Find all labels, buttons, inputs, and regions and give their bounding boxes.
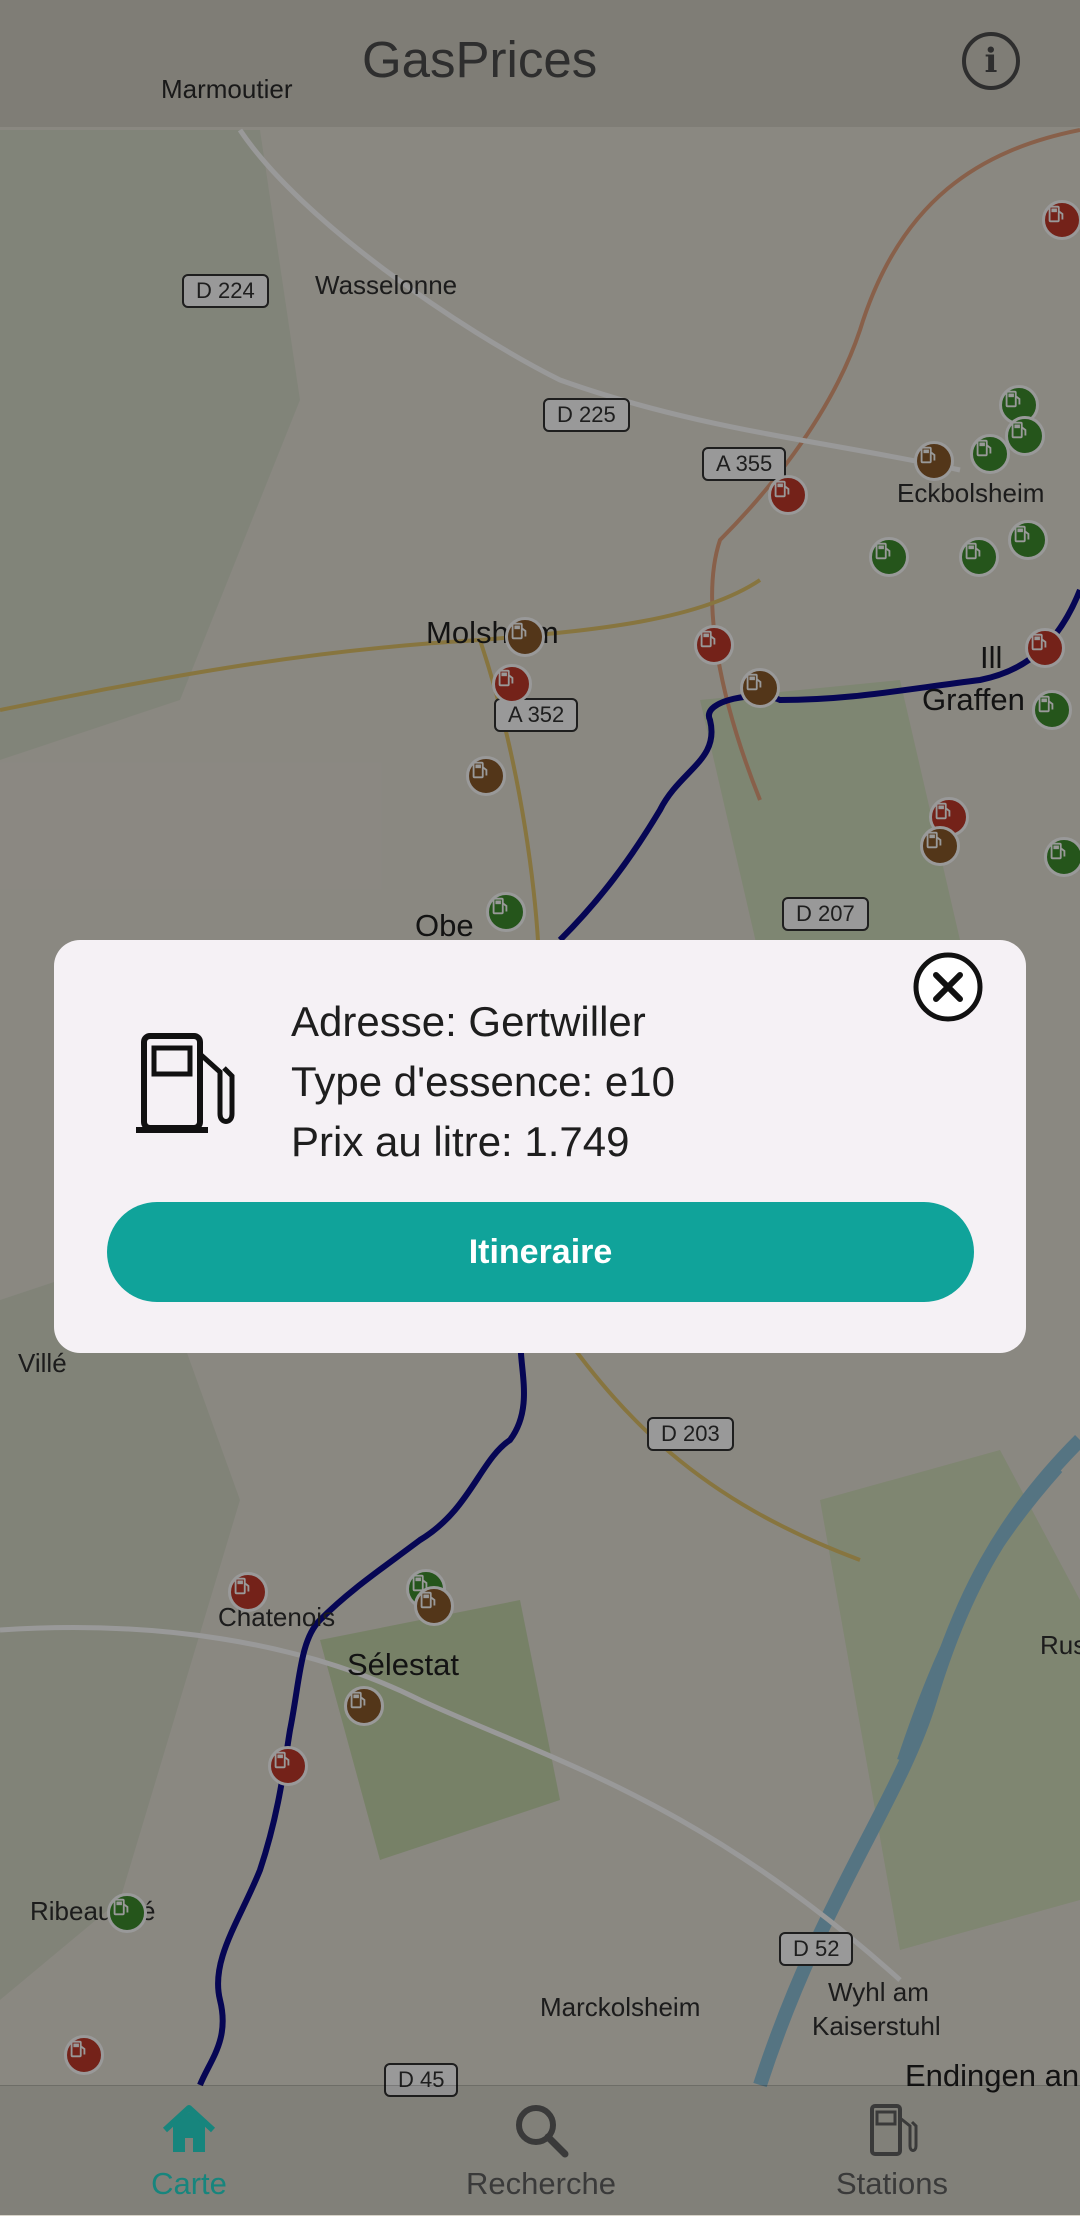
tab-stations[interactable]: Stations xyxy=(782,2086,1002,2216)
home-icon xyxy=(162,2105,216,2152)
itinerary-button[interactable]: Itineraire xyxy=(107,1202,974,1302)
fuel-type: Type d'essence: e10 xyxy=(291,1058,675,1105)
tab-label: Carte xyxy=(151,2166,227,2201)
gas-pump-icon xyxy=(870,2104,918,2156)
tab-recherche[interactable]: Recherche xyxy=(431,2086,651,2216)
tab-carte[interactable]: Carte xyxy=(79,2086,299,2216)
info-icon: i xyxy=(984,41,998,81)
bottom-navigation: Carte Recherche Stations xyxy=(0,2085,1080,2216)
app-bar: GasPrices i xyxy=(0,0,1080,127)
gas-pump-icon xyxy=(136,1033,235,1133)
station-address: Adresse: Gertwiller xyxy=(291,998,646,1045)
info-button[interactable]: i xyxy=(962,32,1020,90)
tab-label: Recherche xyxy=(466,2166,616,2201)
app-title: GasPrices xyxy=(362,31,598,88)
search-icon xyxy=(516,2105,569,2158)
price-per-liter: Prix au litre: 1.749 xyxy=(291,1118,630,1165)
close-circle-icon[interactable] xyxy=(912,951,984,1023)
station-details-dialog: Adresse: Gertwiller Type d'essence: e10 … xyxy=(54,940,1026,1353)
tab-label: Stations xyxy=(835,2166,948,2201)
